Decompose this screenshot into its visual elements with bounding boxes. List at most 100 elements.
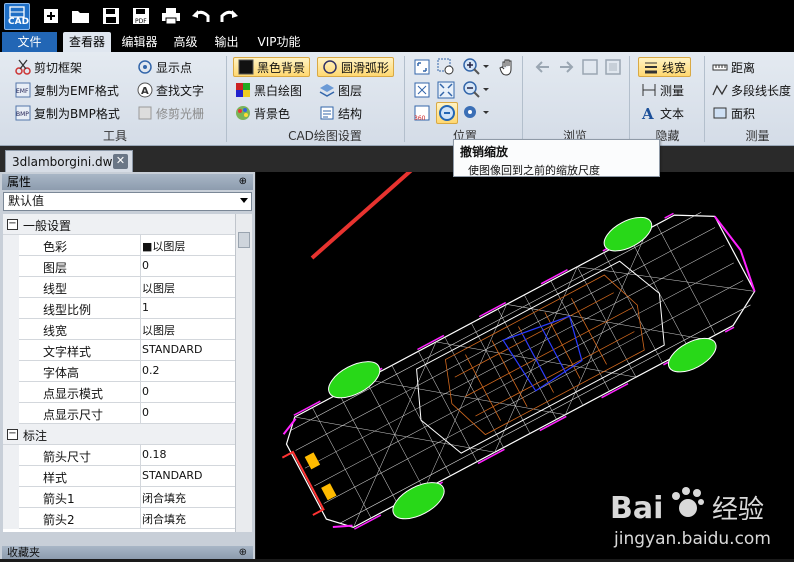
property-name: 箭头2 <box>43 513 75 527</box>
divider <box>140 277 141 298</box>
property-row[interactable]: 点显示模式 0 <box>3 382 235 403</box>
property-value[interactable]: 0 <box>142 385 149 398</box>
save-icon[interactable] <box>100 5 122 27</box>
tab-viewer[interactable]: 查看器 <box>63 32 111 52</box>
background-color-button[interactable]: 背景色 <box>235 103 290 123</box>
pin-icon[interactable]: ⊕ <box>239 546 247 559</box>
property-category[interactable]: − 一般设置 <box>3 214 235 235</box>
layers-button[interactable]: 图层 <box>319 80 362 100</box>
row-gutter <box>3 382 19 403</box>
svg-text:A: A <box>141 86 149 97</box>
zoom-out-icon[interactable] <box>462 80 490 100</box>
property-row[interactable]: 线宽 以图层 <box>3 319 235 340</box>
cut-frame-button[interactable]: 剪切框架 <box>15 57 82 77</box>
line-width-label: 线宽 <box>662 60 687 75</box>
property-row[interactable]: 色彩 ■以图层 <box>3 235 235 256</box>
property-value[interactable]: 以图层 <box>142 322 175 338</box>
property-value[interactable]: ■以图层 <box>142 238 185 254</box>
properties-dropdown[interactable]: 默认值 <box>3 192 252 211</box>
property-row[interactable]: 文字样式 STANDARD <box>3 340 235 361</box>
collapse-icon[interactable]: − <box>7 429 18 440</box>
copy-bmp-button[interactable]: BMP 复制为BMP格式 <box>15 103 120 123</box>
zoom-in-icon[interactable] <box>462 57 490 77</box>
property-row[interactable]: 箭头1 闭合填充 <box>3 487 235 508</box>
palette-icon <box>235 105 251 121</box>
area-button[interactable]: 面积 <box>712 103 755 123</box>
print-icon[interactable] <box>160 5 182 27</box>
file-menu[interactable]: 文件 <box>2 32 57 52</box>
property-value[interactable]: 0.2 <box>142 364 160 377</box>
property-row[interactable]: 箭头尺寸 0.18 <box>3 445 235 466</box>
copy-bmp-label: 复制为BMP格式 <box>34 106 120 121</box>
property-row[interactable]: 线型 以图层 <box>3 277 235 298</box>
property-value[interactable]: 以图层 <box>142 280 175 296</box>
tab-vip[interactable]: VIP功能 <box>252 32 306 52</box>
arrow-right-icon[interactable] <box>556 57 576 77</box>
show-points-button[interactable]: 显示点 <box>137 57 192 77</box>
tab-editor[interactable]: 编辑器 <box>117 32 162 52</box>
fit-icon[interactable] <box>412 57 432 77</box>
app-logo[interactable]: CAD <box>4 3 30 30</box>
document-tab[interactable]: 3dlamborgini.dwg ✕ <box>5 150 133 172</box>
text-hide-button[interactable]: A 文本 <box>641 103 684 123</box>
rotate-3d-icon[interactable]: 360 <box>412 103 432 123</box>
line-width-button[interactable]: 线宽 <box>638 57 692 77</box>
pin-icon[interactable]: ⊕ <box>239 174 247 190</box>
smooth-arc-button[interactable]: 圆滑弧形 <box>317 57 395 77</box>
arrow-left-icon[interactable] <box>533 57 553 77</box>
zoom-window-icon[interactable] <box>436 57 456 77</box>
copy-emf-button[interactable]: EMF 复制为EMF格式 <box>15 80 119 100</box>
scrollbar-thumb[interactable] <box>238 232 250 248</box>
black-background-button[interactable]: 黑色背景 <box>233 57 311 77</box>
divider <box>140 319 141 340</box>
property-value[interactable]: STANDARD <box>142 469 203 482</box>
distance-button[interactable]: 距离 <box>712 57 755 77</box>
property-row[interactable]: 字体高 0.2 <box>3 361 235 382</box>
zoom-extents-icon[interactable] <box>436 80 456 100</box>
property-row[interactable]: 样式 STANDARD <box>3 466 235 487</box>
property-scrollbar[interactable] <box>235 214 252 532</box>
svg-text:PDF: PDF <box>135 18 147 25</box>
new-icon[interactable] <box>40 5 62 27</box>
collapse-icon[interactable]: − <box>7 219 18 230</box>
open-icon[interactable] <box>70 5 92 27</box>
tab-advanced[interactable]: 高级 <box>168 32 203 52</box>
page-first-icon[interactable] <box>580 57 600 77</box>
property-category[interactable]: − 标注 <box>3 424 235 445</box>
property-value[interactable]: 1 <box>142 301 149 314</box>
property-value[interactable]: 0 <box>142 259 149 272</box>
property-value[interactable]: STANDARD <box>142 343 203 356</box>
favorites-title: 收藏夹 <box>7 546 40 559</box>
undo-icon[interactable] <box>190 5 212 27</box>
property-row[interactable]: 线型比例 1 <box>3 298 235 319</box>
redo-icon[interactable] <box>218 5 240 27</box>
ribbon: 剪切框架 EMF 复制为EMF格式 BMP 复制为BMP格式 显示点 A 查找文… <box>0 52 794 146</box>
save-as-icon[interactable]: PDF <box>130 5 152 27</box>
polyline-length-button[interactable]: 多段线长度 <box>712 80 791 100</box>
document-tab-name: 3dlamborgini.dwg <box>12 154 121 169</box>
structure-button[interactable]: 结构 <box>319 103 362 123</box>
property-name: 色彩 <box>43 240 68 254</box>
hand-pan-icon[interactable] <box>498 57 518 77</box>
property-value[interactable]: 0.18 <box>142 448 167 461</box>
row-gutter <box>3 508 19 529</box>
close-icon[interactable]: ✕ <box>113 154 128 169</box>
view-options-icon[interactable] <box>462 103 490 123</box>
trim-raster-button[interactable]: 修剪光栅 <box>137 103 204 123</box>
tooltip-title: 撤销缩放 <box>460 145 509 159</box>
property-row[interactable]: 点显示尺寸 0 <box>3 403 235 424</box>
tab-output[interactable]: 输出 <box>209 32 244 52</box>
rotate-icon[interactable] <box>412 80 432 100</box>
measure-hide-button[interactable]: 测量 <box>641 80 684 100</box>
favorites-header[interactable]: 收藏夹 ⊕ <box>2 546 253 559</box>
property-value[interactable]: 闭合填充 <box>142 490 186 506</box>
property-row[interactable]: 箭头2 闭合填充 <box>3 508 235 529</box>
property-value[interactable]: 闭合填充 <box>142 511 186 527</box>
bw-drawing-button[interactable]: 黑白绘图 <box>235 80 302 100</box>
property-row[interactable]: 图层 0 <box>3 256 235 277</box>
page-last-icon[interactable] <box>603 57 623 77</box>
find-text-button[interactable]: A 查找文字 <box>137 80 204 100</box>
property-value[interactable]: 0 <box>142 406 149 419</box>
divider <box>226 56 227 142</box>
undo-zoom-icon[interactable] <box>436 102 458 124</box>
